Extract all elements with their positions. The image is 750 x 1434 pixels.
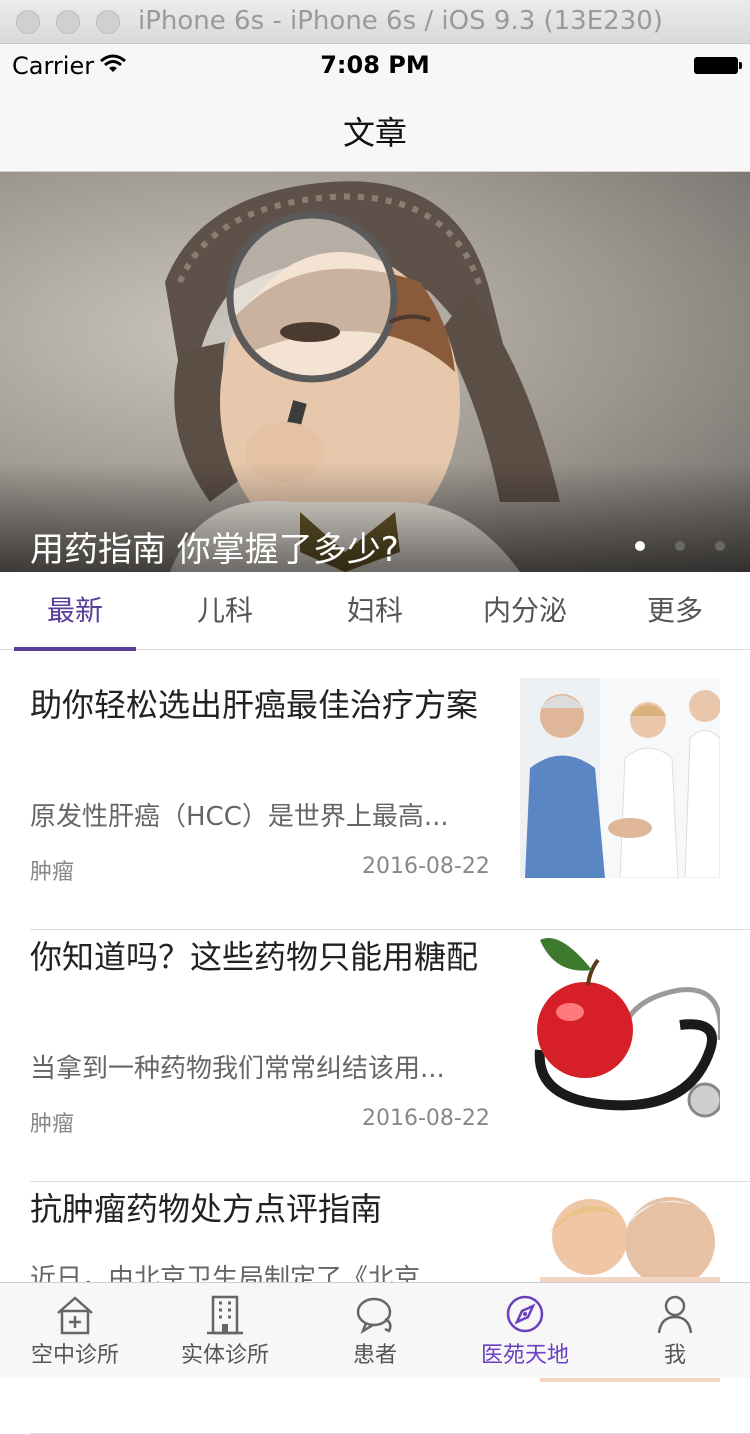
compass-icon [506, 1295, 544, 1333]
house-plus-icon [57, 1296, 93, 1335]
battery-icon [694, 57, 742, 74]
page-indicator-dot-1[interactable] [635, 541, 645, 551]
article-tag: 肿瘤 [30, 1112, 75, 1137]
article-date: 2016-08-22 [362, 1106, 490, 1131]
tabbar-label: 医苑天地 [480, 1343, 569, 1368]
tabbar-label: 我 [663, 1343, 686, 1368]
page-title: 文章 [342, 114, 407, 152]
simulator-title-bar: iPhone 6s - iPhone 6s / iOS 9.3 (13E230) [0, 0, 750, 44]
article-tag: 肿瘤 [30, 860, 75, 885]
tab-endocrinology[interactable]: 内分泌 [450, 572, 600, 650]
building-icon [207, 1295, 243, 1335]
person-icon [657, 1295, 693, 1334]
tabbar-label: 实体诊所 [180, 1343, 269, 1368]
banner-carousel[interactable]: 用药指南 你掌握了多少? [0, 172, 750, 572]
article-title: 抗肿瘤药物处方点评指南 [30, 1190, 383, 1228]
zoom-window-button[interactable] [96, 10, 120, 34]
article-summary: 当拿到一种药物我们常常纠结该用... [30, 1054, 445, 1084]
tabbar-label: 空中诊所 [30, 1343, 119, 1368]
status-time: 7:08 PM [320, 51, 430, 79]
article-thumbnail [520, 930, 720, 1130]
tabbar-item-medical-world[interactable]: 医苑天地 [450, 1283, 600, 1379]
article-date: 2016-08-22 [362, 854, 490, 879]
tabbar-item-physical-clinic[interactable]: 实体诊所 [150, 1283, 300, 1379]
tab-gynecology[interactable]: 妇科 [300, 572, 450, 650]
category-tabs: 最新 儿科 妇科 内分泌 更多 [0, 572, 750, 650]
close-window-button[interactable] [16, 10, 40, 34]
article-summary: 原发性肝癌（HCC）是世界上最高... [30, 802, 449, 832]
article-item[interactable]: 你知道吗？这些药物只能用糖配 当拿到一种药物我们常常纠结该用... 肿瘤 201… [30, 930, 750, 1182]
chat-bubble-icon [356, 1297, 392, 1334]
navigation-bar: 文章 [0, 86, 750, 172]
article-item[interactable]: 助你轻松选出肝癌最佳治疗方案 原发性肝癌（HCC）是世界上最高... 肿瘤 20… [30, 678, 750, 930]
tab-pediatrics[interactable]: 儿科 [150, 572, 300, 650]
tab-more[interactable]: 更多 [600, 572, 750, 650]
status-bar: Carrier 7:08 PM [0, 44, 750, 86]
page-indicator-dot-3[interactable] [715, 541, 725, 551]
simulator-title: iPhone 6s - iPhone 6s / iOS 9.3 (13E230) [138, 6, 663, 36]
tabbar-item-me[interactable]: 我 [600, 1283, 750, 1379]
banner-caption: 用药指南 你掌握了多少? [30, 530, 399, 570]
page-indicator-dot-2[interactable] [675, 541, 685, 551]
minimize-window-button[interactable] [56, 10, 80, 34]
article-title: 助你轻松选出肝癌最佳治疗方案 [30, 686, 479, 724]
article-thumbnail [520, 678, 720, 878]
article-title: 你知道吗？这些药物只能用糖配 [30, 938, 479, 976]
tabbar-item-patients[interactable]: 患者 [300, 1283, 450, 1379]
tabbar-item-air-clinic[interactable]: 空中诊所 [0, 1283, 150, 1379]
tabbar-label: 患者 [352, 1343, 397, 1368]
bottom-tab-bar: 空中诊所 实体诊所 患者 医苑天地 我 [0, 1282, 750, 1378]
tab-latest[interactable]: 最新 [0, 572, 150, 650]
active-tab-indicator [14, 647, 136, 651]
